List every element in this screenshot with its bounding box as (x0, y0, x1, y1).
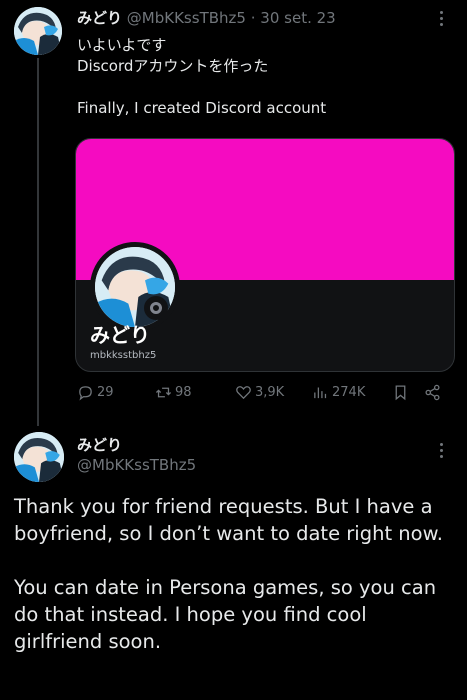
retweet-icon (155, 387, 172, 398)
heart-icon (236, 386, 251, 400)
tweet-date[interactable]: 30 set. 23 (260, 9, 335, 27)
bookmark-button[interactable] (392, 384, 409, 401)
reply-icon (79, 386, 92, 401)
tweet-actions: 29 98 3,9K 274K (77, 384, 447, 408)
like-button[interactable]: 3,9K (235, 384, 284, 401)
anime-avatar-image (14, 7, 62, 55)
handle[interactable]: @MbKKssTBhz5 (127, 9, 246, 27)
avatar[interactable] (14, 7, 62, 55)
card-display-name: みどり (90, 323, 150, 347)
thread-connector-line (37, 58, 39, 426)
tweet-text: いよいよです Discordアカウントを作った Finally, I creat… (77, 35, 326, 119)
views-button[interactable]: 274K (312, 384, 365, 401)
dot-separator: · (250, 9, 256, 27)
analytics-icon (314, 387, 327, 399)
more-options-icon[interactable] (436, 440, 446, 462)
anime-avatar-image (14, 432, 64, 482)
reply-count: 29 (97, 385, 114, 400)
offline-status-icon (144, 296, 168, 320)
share-button[interactable] (424, 384, 441, 401)
tweet-paragraph: Thank you for friend requests. But I hav… (14, 495, 443, 545)
more-options-icon[interactable] (436, 8, 446, 30)
avatar[interactable] (14, 432, 64, 482)
tweet-line: Finally, I created Discord account (77, 99, 327, 117)
retweet-count: 98 (175, 385, 192, 400)
tweet-line: いよいよです (77, 36, 167, 54)
handle[interactable]: @MbKKssTBhz5 (77, 456, 196, 474)
like-count: 3,9K (255, 385, 285, 400)
tweet-line: Discordアカウントを作った (77, 57, 269, 75)
tweet-text: Thank you for friend requests. But I hav… (14, 493, 454, 655)
card-username: mbkksstbhz5 (90, 350, 157, 361)
retweet-button[interactable]: 98 (155, 384, 192, 401)
tweet-line (77, 77, 326, 98)
tweet-paragraph: You can date in Persona games, so you ca… (14, 576, 437, 653)
display-name[interactable]: みどり (77, 9, 122, 27)
display-name[interactable]: みどり (77, 434, 122, 455)
tweet-header: みどり @MbKKssTBhz5 · 30 set. 23 (77, 7, 336, 28)
view-count: 274K (332, 385, 366, 400)
share-icon (425, 384, 440, 401)
reply-button[interactable]: 29 (77, 384, 114, 401)
bookmark-icon (395, 385, 406, 401)
discord-profile-card-image[interactable]: みどり mbkksstbhz5 (75, 138, 455, 372)
